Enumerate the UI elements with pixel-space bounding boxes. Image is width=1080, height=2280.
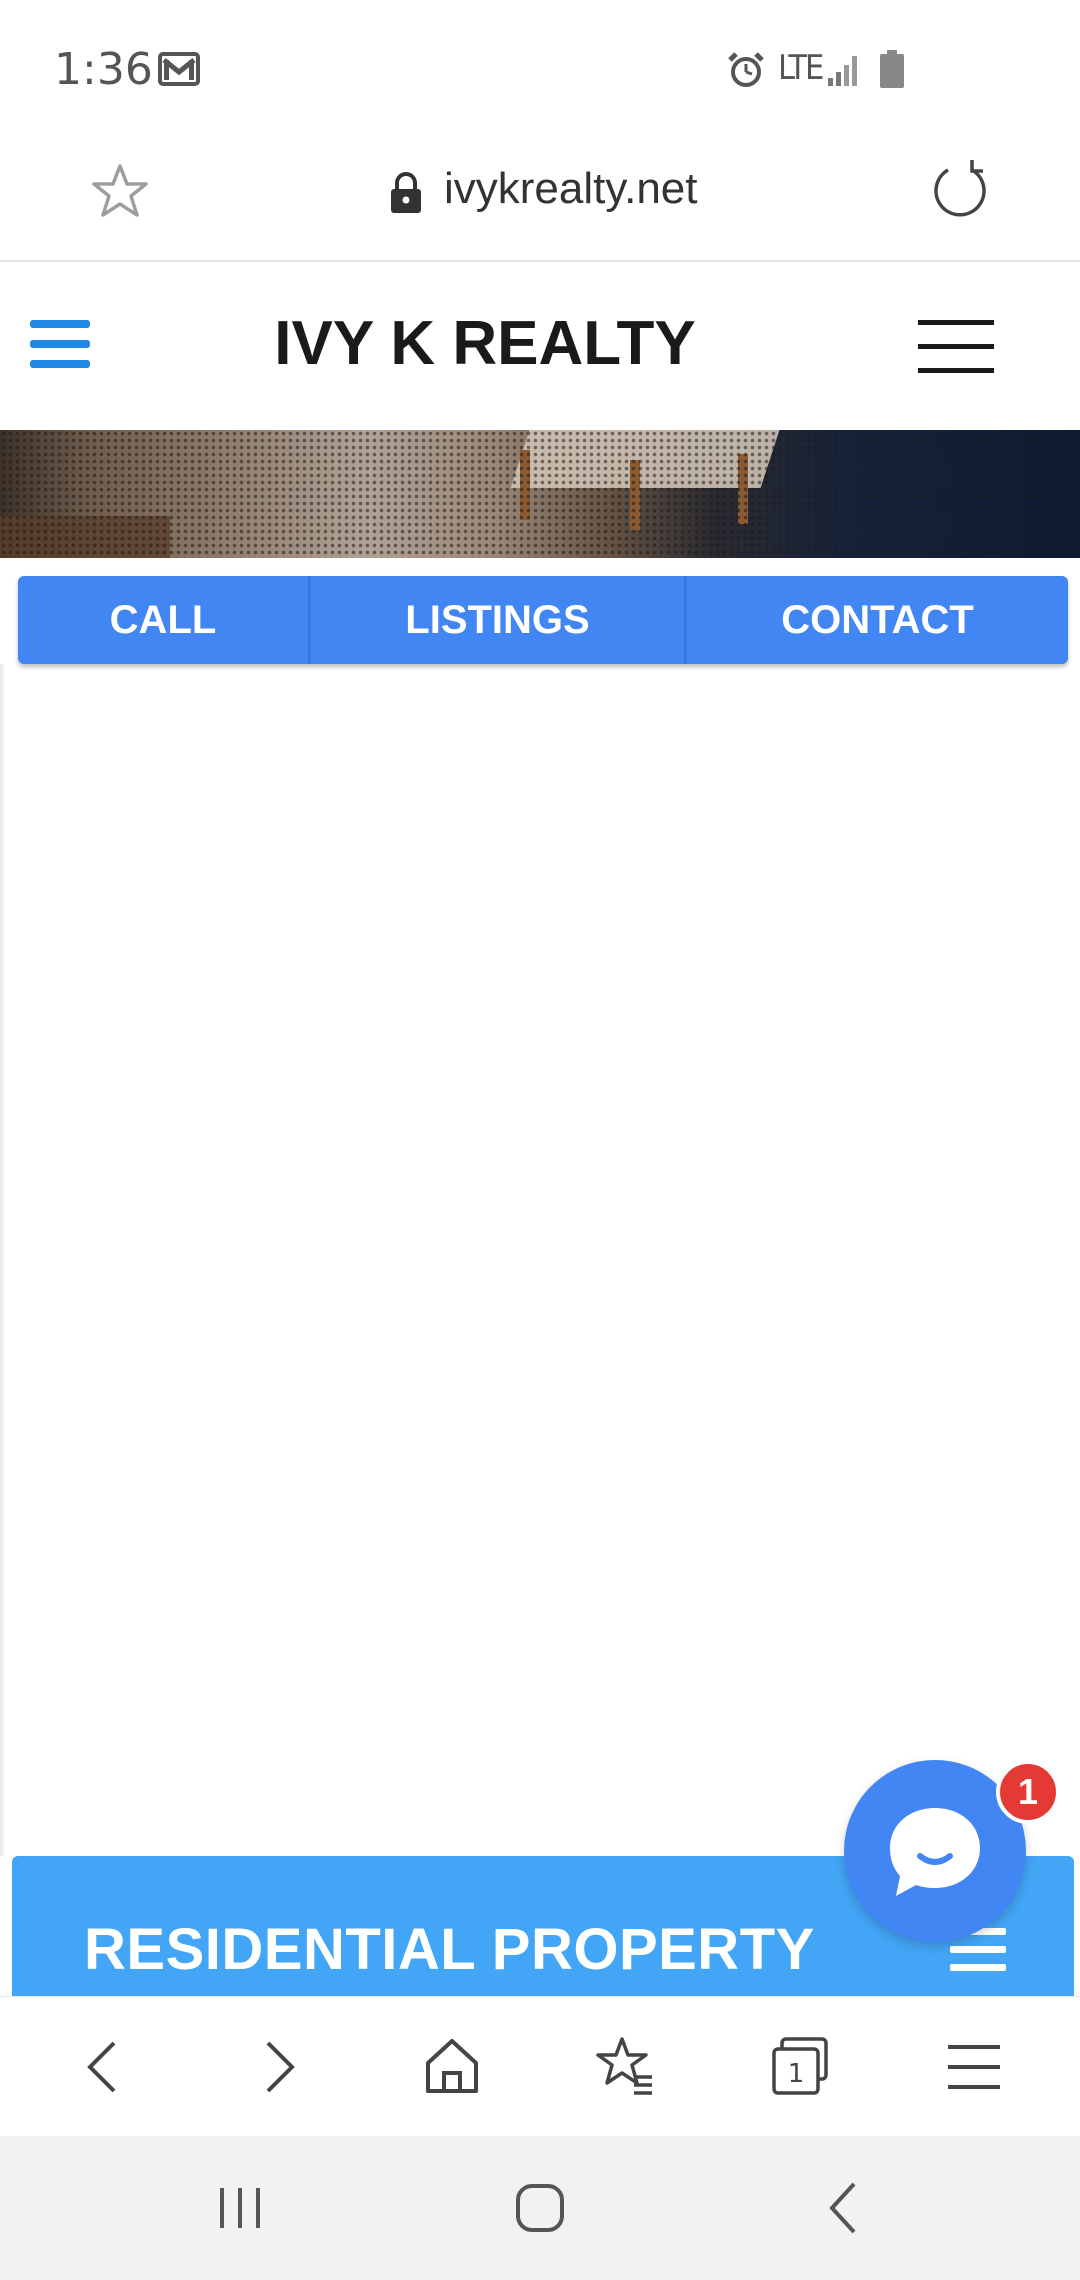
- nav-bar: CALL LISTINGS CONTACT: [18, 576, 1068, 664]
- tabs-button[interactable]: 1: [760, 2027, 840, 2107]
- recent-apps-icon[interactable]: [204, 2172, 276, 2244]
- bookmarks-icon: [596, 2037, 652, 2095]
- lock-icon: [391, 172, 421, 213]
- back-button[interactable]: [64, 2027, 144, 2107]
- home-button-icon[interactable]: [504, 2172, 576, 2244]
- battery-icon: [880, 50, 904, 88]
- status-time: 1:36: [54, 44, 153, 95]
- call-button[interactable]: CALL: [18, 576, 308, 664]
- listings-button[interactable]: LISTINGS: [308, 576, 684, 664]
- hamburger-menu-icon[interactable]: [918, 318, 994, 376]
- star-icon[interactable]: [90, 162, 150, 222]
- chat-notification-badge: 1: [996, 1760, 1060, 1824]
- site-header: IVY K REALTY: [0, 262, 1080, 430]
- signal-icon: [828, 56, 857, 86]
- browser-menu-button[interactable]: [934, 2027, 1014, 2107]
- address-bar[interactable]: ivykrealty.net: [0, 140, 1080, 262]
- hero-image: [0, 430, 1080, 558]
- url-text[interactable]: ivykrealty.net: [444, 164, 698, 214]
- gmail-icon: [158, 52, 200, 86]
- hero-dot-overlay: [0, 430, 1080, 558]
- back-icon: [87, 2041, 116, 2093]
- home-icon: [426, 2039, 478, 2093]
- forward-button[interactable]: [238, 2027, 318, 2107]
- back-icon[interactable]: [808, 2172, 880, 2244]
- network-type: LTE: [778, 48, 824, 88]
- reload-icon[interactable]: [928, 158, 992, 222]
- page-edge: [0, 664, 6, 1856]
- site-title[interactable]: IVY K REALTY: [0, 308, 970, 379]
- status-bar: 1:36 LTE: [0, 0, 1080, 140]
- system-navigation-bar: [0, 2136, 1080, 2280]
- tabs-icon: 1: [772, 2037, 828, 2095]
- browser-toolbar: 1: [0, 1996, 1080, 2136]
- bookmarks-button[interactable]: [586, 2027, 666, 2107]
- home-button[interactable]: [412, 2027, 492, 2107]
- contact-button[interactable]: CONTACT: [684, 576, 1068, 664]
- forward-icon: [266, 2041, 295, 2093]
- residential-property-title: RESIDENTIAL PROPERTY: [84, 1917, 815, 1982]
- chat-bubble-icon: [890, 1808, 980, 1896]
- tab-count: 1: [788, 2059, 805, 2089]
- alarm-icon: [728, 52, 764, 87]
- menu-icon: [948, 2045, 1000, 2089]
